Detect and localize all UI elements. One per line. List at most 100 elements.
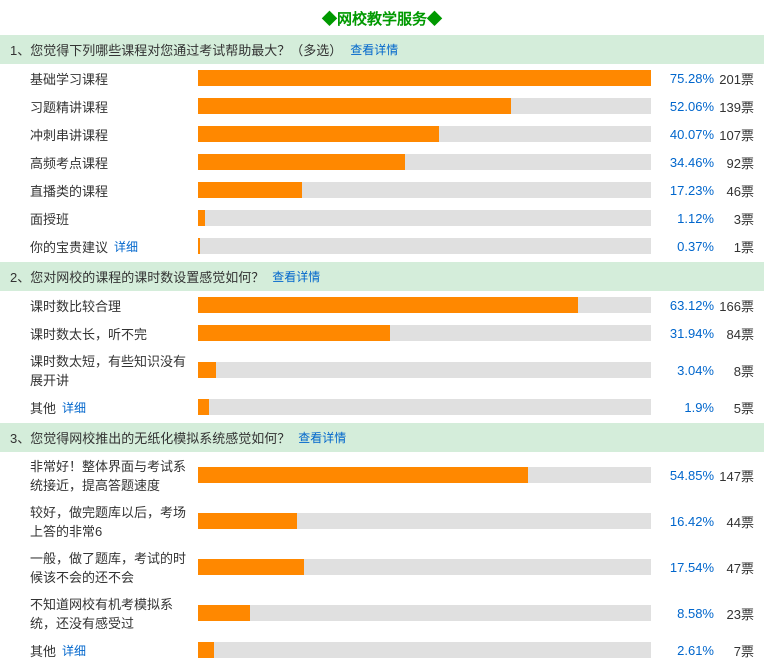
pct-label: 1.12% <box>659 211 714 226</box>
bar-fill <box>198 362 216 378</box>
row-label: 冲刺串讲课程 <box>30 125 190 144</box>
pct-label: 3.04% <box>659 363 714 378</box>
row-label-text: 其他 <box>30 398 56 417</box>
vote-label: 84票 <box>714 324 754 343</box>
section-detail-link-q1[interactable]: 查看详情 <box>350 41 398 58</box>
row-detail-link[interactable]: 详细 <box>62 642 86 659</box>
row-label-text: 高频考点课程 <box>30 153 108 172</box>
survey-container: 1、您觉得下列哪些课程对您通过考试帮助最大？（多选）查看详情基础学习课程75.2… <box>0 35 764 664</box>
bar-container <box>198 642 651 658</box>
bar-container <box>198 513 651 529</box>
row-label: 习题精讲课程 <box>30 97 190 116</box>
section-detail-link-q3[interactable]: 查看详情 <box>298 429 346 446</box>
vote-label: 46票 <box>714 181 754 200</box>
table-row: 习题精讲课程52.06%139票 <box>0 92 764 120</box>
row-label: 不知道网校有机考模拟系统，还没有感受过 <box>30 594 190 632</box>
row-label: 一般，做了题库，考试的时候该不会的还不会 <box>30 548 190 586</box>
bar-fill <box>198 297 578 313</box>
table-row: 直播类的课程 17.23%46票 <box>0 176 764 204</box>
pct-label: 75.28% <box>659 71 714 86</box>
table-row: 课时数太短，有些知识没有展开讲 3.04%8票 <box>0 347 764 393</box>
table-row: 你的宝贵建议详细0.37%1票 <box>0 232 764 260</box>
pct-label: 0.37% <box>659 239 714 254</box>
bar-container <box>198 297 651 313</box>
vote-label: 5票 <box>714 398 754 417</box>
row-label: 其他详细 <box>30 641 190 660</box>
bar-container <box>198 325 651 341</box>
vote-label: 8票 <box>714 361 754 380</box>
table-row: 不知道网校有机考模拟系统，还没有感受过 8.58%23票 <box>0 590 764 636</box>
vote-label: 7票 <box>714 641 754 660</box>
row-label-text: 不知道网校有机考模拟系统，还没有感受过 <box>30 594 190 632</box>
section-label-q1: 1、您觉得下列哪些课程对您通过考试帮助最大？（多选） <box>10 40 342 59</box>
vote-label: 23票 <box>714 604 754 623</box>
row-label: 其他详细 <box>30 398 190 417</box>
vote-label: 92票 <box>714 153 754 172</box>
row-label: 基础学习课程 <box>30 69 190 88</box>
row-label: 你的宝贵建议详细 <box>30 237 190 256</box>
row-label: 面授班 <box>30 209 190 228</box>
pct-label: 8.58% <box>659 606 714 621</box>
row-label-text: 课时数太短，有些知识没有展开讲 <box>30 351 190 389</box>
row-label: 课时数太短，有些知识没有展开讲 <box>30 351 190 389</box>
bar-fill <box>198 210 205 226</box>
bar-container <box>198 210 651 226</box>
pct-label: 2.61% <box>659 643 714 658</box>
pct-label: 34.46% <box>659 155 714 170</box>
bar-container <box>198 154 651 170</box>
bar-fill <box>198 182 302 198</box>
page-title: ◆网校教学服务◆ <box>0 0 764 35</box>
bar-fill <box>198 98 511 114</box>
section-header-q1: 1、您觉得下列哪些课程对您通过考试帮助最大？（多选） 查看详情 <box>0 35 764 64</box>
row-label: 非常好！整体界面与考试系统接近，提高答题速度 <box>30 456 190 494</box>
row-detail-link[interactable]: 详细 <box>62 399 86 416</box>
row-detail-link[interactable]: 详细 <box>114 238 138 255</box>
bar-fill <box>198 513 297 529</box>
bar-container <box>198 182 651 198</box>
vote-label: 107票 <box>714 125 754 144</box>
row-label-text: 课时数太长，听不完 <box>30 324 147 343</box>
bar-fill <box>198 154 405 170</box>
vote-label: 147票 <box>714 466 754 485</box>
table-row: 面授班1.12%3票 <box>0 204 764 232</box>
pct-label: 17.23% <box>659 183 714 198</box>
pct-label: 16.42% <box>659 514 714 529</box>
bar-container <box>198 362 651 378</box>
row-label-text: 一般，做了题库，考试的时候该不会的还不会 <box>30 548 190 586</box>
pct-label: 40.07% <box>659 127 714 142</box>
row-label: 课时数太长，听不完 <box>30 324 190 343</box>
vote-label: 201票 <box>714 69 754 88</box>
table-row: 较好，做完题库以后，考场上答的非常616.42%44票 <box>0 498 764 544</box>
bar-fill <box>198 70 651 86</box>
section-header-q2: 2、您对网校的课程的课时数设置感觉如何？ 查看详情 <box>0 262 764 291</box>
bar-container <box>198 238 651 254</box>
bar-fill <box>198 126 439 142</box>
row-label-text: 课时数比较合理 <box>30 296 121 315</box>
bar-container <box>198 70 651 86</box>
bar-container <box>198 467 651 483</box>
bar-container <box>198 605 651 621</box>
bar-fill <box>198 467 528 483</box>
row-label-text: 面授班 <box>30 209 69 228</box>
bar-fill <box>198 559 304 575</box>
table-row: 冲刺串讲课程 40.07%107票 <box>0 120 764 148</box>
pct-label: 31.94% <box>659 326 714 341</box>
vote-label: 44票 <box>714 512 754 531</box>
pct-label: 63.12% <box>659 298 714 313</box>
bar-container <box>198 98 651 114</box>
table-row: 一般，做了题库，考试的时候该不会的还不会17.54%47票 <box>0 544 764 590</box>
row-label-text: 直播类的课程 <box>30 181 108 200</box>
row-label: 课时数比较合理 <box>30 296 190 315</box>
bar-fill <box>198 325 390 341</box>
table-row: 高频考点课程 34.46%92票 <box>0 148 764 176</box>
bar-fill <box>198 238 200 254</box>
row-label-text: 冲刺串讲课程 <box>30 125 108 144</box>
table-row: 基础学习课程 75.28%201票 <box>0 64 764 92</box>
section-label-q2: 2、您对网校的课程的课时数设置感觉如何？ <box>10 267 264 286</box>
table-row: 课时数太长，听不完 31.94%84票 <box>0 319 764 347</box>
table-row: 其他详细1.9%5票 <box>0 393 764 421</box>
row-label-text: 非常好！整体界面与考试系统接近，提高答题速度 <box>30 456 190 494</box>
vote-label: 166票 <box>714 296 754 315</box>
section-detail-link-q2[interactable]: 查看详情 <box>272 268 320 285</box>
table-row: 非常好！整体界面与考试系统接近，提高答题速度54.85%147票 <box>0 452 764 498</box>
